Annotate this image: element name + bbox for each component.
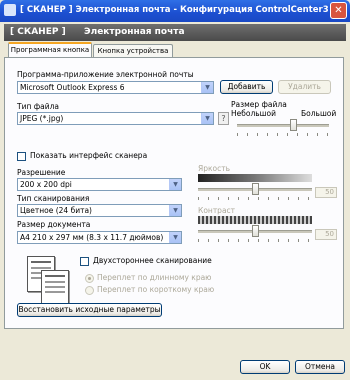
file-size-slider-thumb[interactable] [290, 119, 297, 131]
restore-defaults-button[interactable]: Восстановить исходные параметры [17, 303, 162, 317]
add-button[interactable]: Добавить [220, 80, 273, 94]
settings-panel: Программа-приложение электронной почты M… [4, 57, 344, 329]
resolution-value: 200 x 200 dpi [20, 180, 72, 189]
file-size-ticks [237, 133, 330, 136]
duplex-label: Двухстороннее сканирование [93, 256, 212, 265]
window-title: [ СКАНЕР ] Электронная почта - Конфигура… [20, 5, 329, 15]
contrast-pattern [198, 216, 312, 224]
remove-button[interactable]: Удалить [278, 80, 331, 94]
show-scanner-interface-checkbox[interactable] [17, 152, 26, 161]
contrast-label: Контраст [198, 206, 236, 215]
duplex-checkbox[interactable] [80, 257, 89, 266]
scan-type-select[interactable]: Цветное (24 бита) ▼ [17, 204, 182, 217]
brightness-ticks [198, 197, 313, 200]
email-app-label: Программа-приложение электронной почты [17, 70, 194, 79]
file-size-slider-track[interactable] [237, 124, 329, 127]
help-icon[interactable]: ? [218, 112, 229, 125]
title-bar: [ СКАНЕР ] Электронная почта - Конфигура… [0, 0, 350, 22]
radio-long-edge[interactable] [85, 274, 94, 283]
brightness-value[interactable]: 50 [315, 187, 337, 198]
brightness-gradient [198, 174, 312, 182]
show-scanner-interface-label: Показать интерфейс сканера [30, 151, 148, 160]
close-icon[interactable]: ✕ [330, 2, 347, 19]
file-type-value: JPEG (*.jpg) [20, 114, 64, 123]
chevron-down-icon[interactable]: ▼ [169, 205, 181, 216]
chevron-down-icon[interactable]: ▼ [169, 232, 181, 243]
duplex-pages-icon [27, 256, 71, 306]
brightness-slider-thumb[interactable] [252, 183, 259, 195]
chevron-down-icon[interactable]: ▼ [169, 179, 181, 190]
cancel-button[interactable]: Отмена [295, 360, 345, 374]
ok-button[interactable]: OK [240, 360, 290, 374]
email-app-select[interactable]: Microsoft Outlook Express 6 ▼ [17, 81, 214, 94]
chevron-down-icon[interactable]: ▼ [201, 82, 213, 93]
section-title: Электронная почта [84, 27, 185, 37]
contrast-value[interactable]: 50 [315, 229, 337, 240]
scanner-label: [ СКАНЕР ] [10, 27, 66, 37]
section-header: [ СКАНЕР ] Электронная почта [4, 24, 346, 41]
resolution-select[interactable]: 200 x 200 dpi ▼ [17, 178, 182, 191]
scan-type-value: Цветное (24 бита) [20, 206, 92, 215]
tab-software-button[interactable]: Программная кнопка [8, 42, 92, 57]
file-type-select[interactable]: JPEG (*.jpg) ▼ [17, 112, 214, 125]
radio-short-edge-label: Переплет по короткому краю [97, 285, 215, 294]
brightness-label: Яркость [198, 164, 231, 173]
file-type-label: Тип файла [17, 102, 60, 111]
file-size-min-label: Небольшой [231, 109, 277, 118]
tab-device-button[interactable]: Кнопка устройства [93, 44, 173, 57]
document-size-label: Размер документа [17, 220, 91, 229]
email-app-value: Microsoft Outlook Express 6 [20, 83, 125, 92]
resolution-label: Разрешение [17, 168, 66, 177]
document-size-select[interactable]: A4 210 x 297 мм (8.3 x 11.7 дюймов) ▼ [17, 231, 182, 244]
radio-short-edge[interactable] [85, 286, 94, 295]
file-size-max-label: Большой [301, 109, 337, 118]
document-size-value: A4 210 x 297 мм (8.3 x 11.7 дюймов) [20, 233, 164, 242]
file-size-label: Размер файла [231, 100, 287, 109]
contrast-ticks [198, 239, 313, 242]
chevron-down-icon[interactable]: ▼ [201, 113, 213, 124]
scan-type-label: Тип сканирования [17, 194, 90, 203]
contrast-slider-thumb[interactable] [252, 225, 259, 237]
app-icon [4, 4, 16, 16]
radio-long-edge-label: Переплет по длинному краю [97, 273, 212, 282]
